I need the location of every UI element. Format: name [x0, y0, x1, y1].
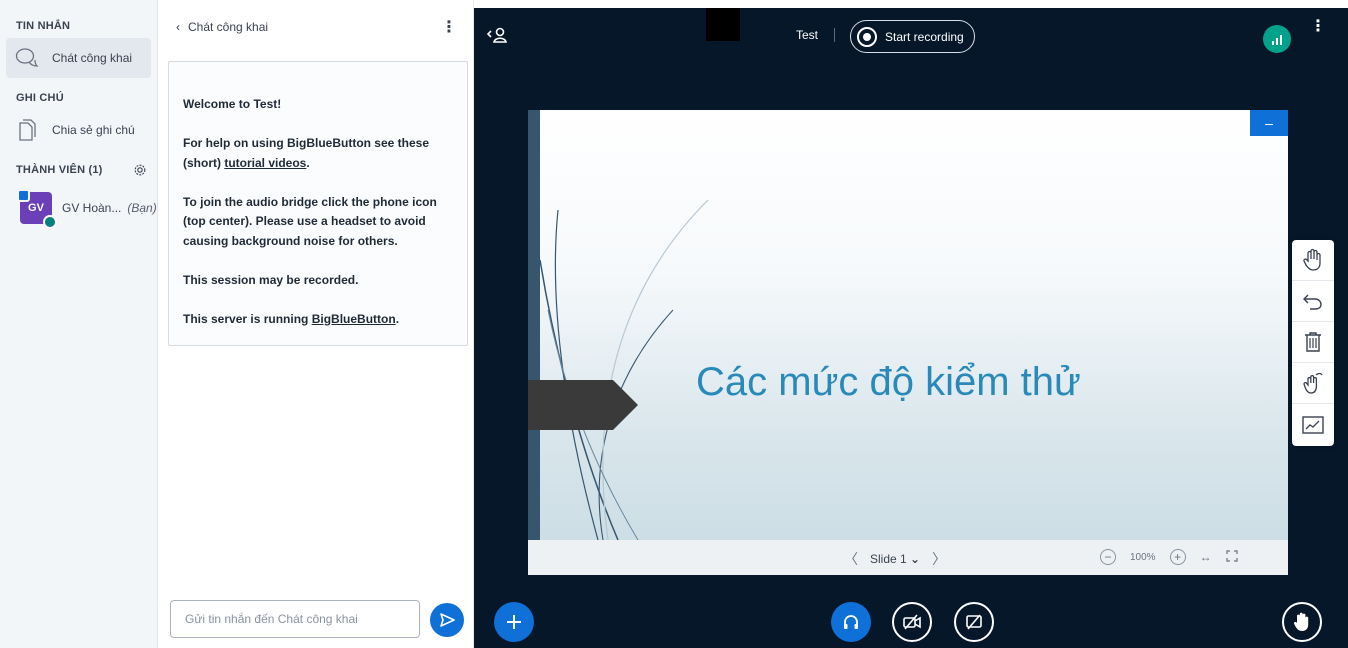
- chat-title[interactable]: Chát công khai: [188, 20, 268, 34]
- raise-hand-icon: [1293, 612, 1309, 631]
- media-area: Test Start recording ⋮ Các mức độ kiểm t…: [474, 8, 1348, 648]
- webcam-tile[interactable]: [706, 8, 740, 41]
- zoom-out-icon[interactable]: −: [1100, 549, 1116, 565]
- user-toggle-icon: [486, 27, 507, 43]
- slide-arrow-shape: [528, 380, 638, 430]
- connection-status-button[interactable]: [1263, 25, 1291, 53]
- record-icon: [857, 26, 877, 47]
- welcome-message: Welcome to Test! For help on using BigBl…: [168, 61, 468, 346]
- notes-section-title: GHI CHÚ: [16, 92, 64, 104]
- previous-slide-icon[interactable]: 〈: [844, 549, 858, 569]
- multi-user-button[interactable]: [1292, 363, 1334, 404]
- signal-bar-2: [1276, 38, 1278, 45]
- help-suffix: .: [306, 155, 310, 170]
- messages-section-title: TIN NHẮN: [16, 20, 71, 32]
- screenshare-off-icon: [966, 614, 982, 630]
- presentation-slide[interactable]: Các mức độ kiểm thử – 〈 Slide 1 ⌄ 〉 − 10…: [528, 110, 1288, 575]
- fullscreen-icon[interactable]: [1225, 549, 1238, 565]
- slide-navigation: 〈 Slide 1 ⌄ 〉: [844, 549, 946, 569]
- shared-notes-label: Chia sẻ ghi chú: [52, 123, 135, 137]
- members-title-text: THÀNH VIÊN (1): [16, 164, 103, 176]
- start-recording-button[interactable]: Start recording: [850, 20, 975, 53]
- chat-options-icon[interactable]: ⋮: [441, 17, 457, 37]
- user-name: GV Hoàn...: [62, 201, 122, 215]
- audio-line: To join the audio bridge click the phone…: [183, 194, 437, 248]
- chat-icon: [14, 45, 40, 71]
- server-suffix: .: [395, 311, 400, 326]
- zoom-in-icon[interactable]: +: [1169, 549, 1186, 565]
- toggle-userlist-button[interactable]: [486, 26, 510, 47]
- chart-icon: [1302, 415, 1324, 434]
- polling-button[interactable]: [1292, 404, 1334, 445]
- screenshare-button[interactable]: [954, 602, 994, 642]
- send-button[interactable]: [430, 603, 464, 637]
- audio-button[interactable]: [831, 602, 871, 642]
- pan-tool-button[interactable]: [1292, 240, 1334, 281]
- plus-icon: [507, 615, 521, 629]
- headphone-icon: [844, 615, 858, 629]
- slide-label: Slide 1: [870, 552, 907, 566]
- user-list-panel: TIN NHẮN Chát công khai GHI CHÚ Chia sẻ …: [0, 0, 158, 648]
- headphone-status-icon: [43, 215, 57, 229]
- chevron-down-icon: ⌄: [910, 552, 921, 566]
- slide-selector[interactable]: Slide 1 ⌄: [870, 552, 920, 566]
- bigbluebutton-link[interactable]: BigBlueButton: [312, 312, 396, 326]
- user-you-label: (Bạn): [127, 201, 157, 215]
- public-chat-label: Chát công khai: [52, 51, 133, 65]
- undo-icon: [1303, 294, 1322, 310]
- meeting-title: Test: [796, 28, 819, 42]
- recorded-line: This session may be recorded.: [183, 272, 359, 287]
- chevron-left-icon[interactable]: ‹: [176, 20, 180, 34]
- hand-icon: [1303, 248, 1321, 271]
- title-divider: [834, 28, 835, 42]
- slide-title: Các mức độ kiểm thử: [696, 360, 1081, 404]
- slide-decoration: [539, 199, 709, 540]
- chat-message-input[interactable]: Gửi tin nhắn đến Chát công khai: [170, 600, 420, 638]
- help-line: For help on using BigBlueButton see thes…: [183, 134, 453, 173]
- welcome-line: Welcome to Test!: [183, 97, 282, 111]
- multiuser-icon: [1303, 372, 1323, 394]
- members-section-title: THÀNH VIÊN (1): [0, 150, 157, 182]
- presentation-toolbar: 〈 Slide 1 ⌄ 〉 − 100% + ↔: [528, 540, 1288, 575]
- signal-bar-3: [1280, 35, 1282, 45]
- signal-bar-1: [1272, 41, 1274, 45]
- chat-header: ‹ Chát công khai ⋮: [158, 0, 473, 54]
- server-text: This server is running: [183, 311, 312, 326]
- next-slide-icon[interactable]: 〉: [932, 549, 946, 569]
- raise-hand-button[interactable]: [1282, 602, 1322, 642]
- notes-icon: [14, 117, 40, 143]
- options-menu-icon[interactable]: ⋮: [1310, 19, 1326, 35]
- shared-notes-item[interactable]: Chia sẻ ghi chú: [6, 110, 151, 150]
- public-chat-item[interactable]: Chát công khai: [6, 38, 151, 78]
- chat-panel: ‹ Chát công khai ⋮ Welcome to Test! For …: [158, 0, 474, 648]
- send-icon: [440, 613, 455, 627]
- presenter-icon: [17, 189, 30, 202]
- avatar-initials: GV: [28, 202, 44, 214]
- camera-button[interactable]: [892, 602, 932, 642]
- minimize-presentation-button[interactable]: –: [1250, 110, 1288, 136]
- avatar: GV: [17, 189, 57, 229]
- whiteboard-toolbar: [1292, 240, 1334, 446]
- trash-icon: [1305, 332, 1321, 352]
- server-line: This server is running BigBlueButton.: [183, 310, 453, 330]
- zoom-value: 100%: [1130, 551, 1156, 563]
- fit-width-icon[interactable]: ↔: [1200, 550, 1212, 564]
- zoom-controls: − 100% + ↔: [1100, 549, 1238, 565]
- actions-button[interactable]: [494, 602, 534, 642]
- user-item[interactable]: GV GV Hoàn... (Bạn): [17, 188, 157, 229]
- tutorial-link[interactable]: tutorial videos: [224, 156, 306, 170]
- clear-annotations-button[interactable]: [1292, 322, 1334, 363]
- gear-icon[interactable]: [133, 163, 147, 177]
- chat-input-placeholder: Gửi tin nhắn đến Chát công khai: [185, 612, 358, 626]
- undo-button[interactable]: [1292, 281, 1334, 322]
- record-label: Start recording: [885, 29, 964, 44]
- camera-off-icon: [903, 614, 921, 630]
